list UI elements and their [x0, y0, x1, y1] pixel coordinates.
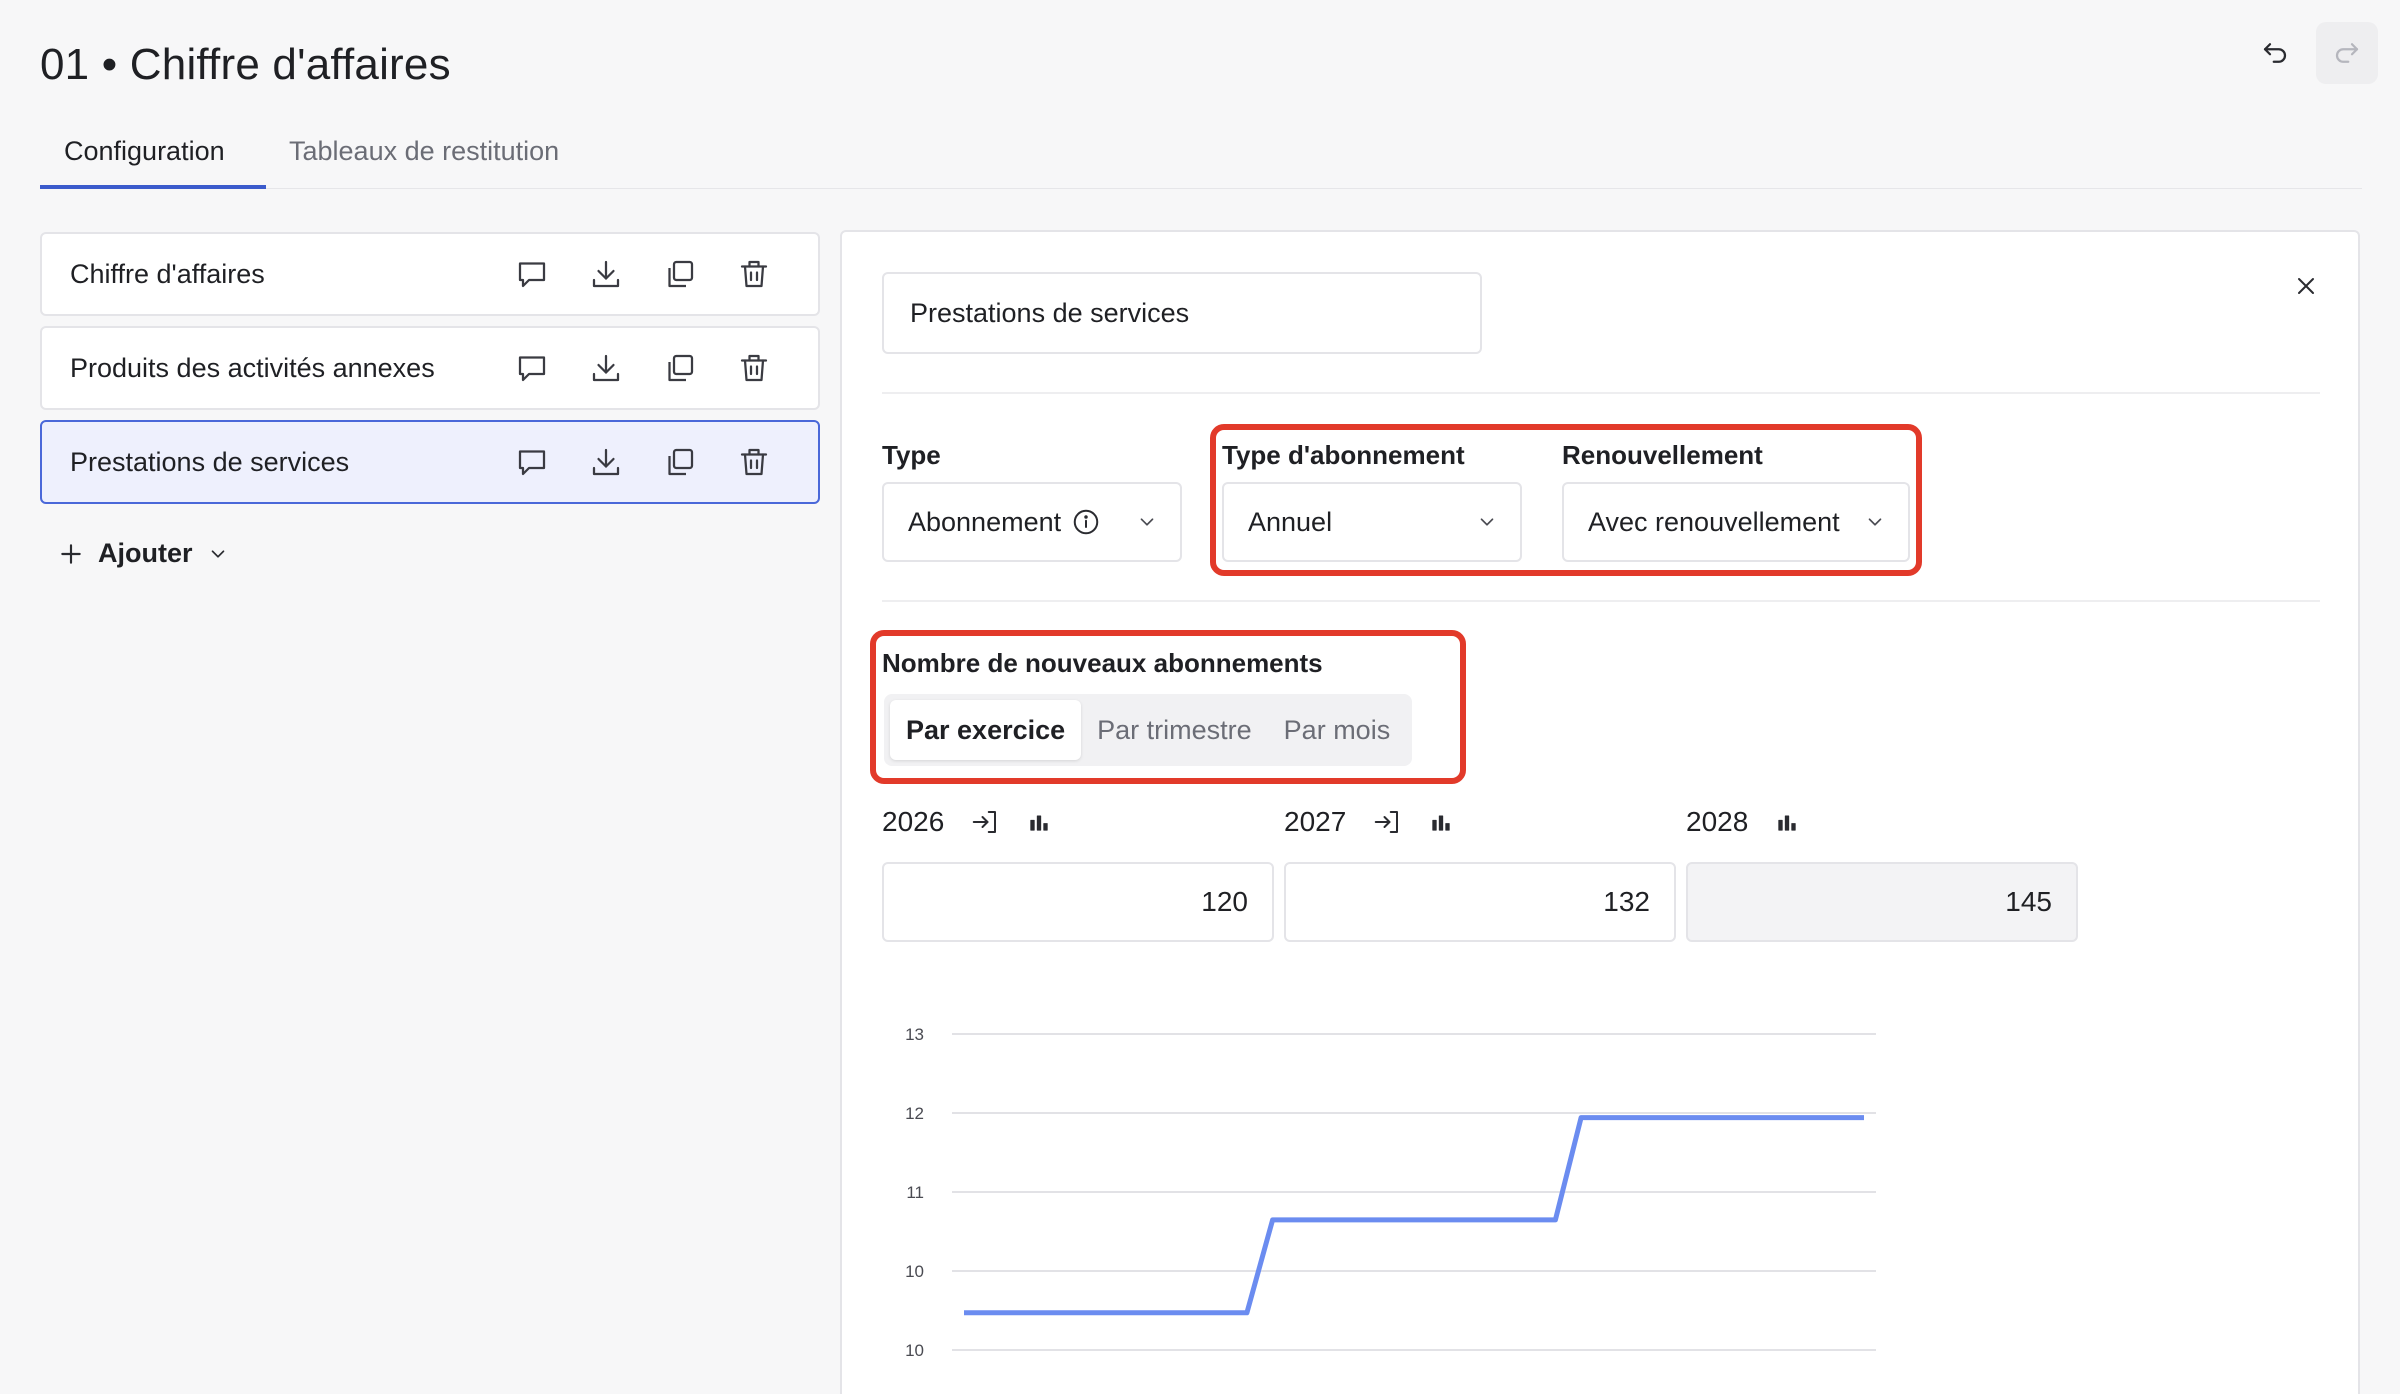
type-select-value: Abonnement [908, 506, 1062, 537]
year-value-input-2026[interactable]: 120 [882, 862, 1274, 942]
duplicate-icon[interactable] [662, 350, 698, 386]
bar-chart-icon[interactable] [1774, 809, 1800, 835]
renewal-label: Renouvellement [1562, 440, 1763, 470]
y-tick-label: 12 [905, 1104, 924, 1123]
bar-chart-icon[interactable] [1428, 809, 1454, 835]
redo-icon [2335, 43, 2359, 63]
year-value-readonly-2028: 145 [1686, 862, 2078, 942]
period-option-par-mois[interactable]: Par mois [1268, 700, 1407, 760]
list-item-label: Prestations de services [70, 446, 350, 477]
bar-chart-icon[interactable] [1026, 809, 1052, 835]
name-input[interactable]: Prestations de services [882, 272, 1482, 354]
year-header-2026: 2026 [882, 806, 1052, 838]
year-header-2027: 2027 [1284, 806, 1454, 838]
period-option-par-exercice[interactable]: Par exercice [890, 700, 1082, 760]
trash-icon[interactable] [736, 256, 772, 292]
tab-tableaux-de-restitution[interactable]: Tableaux de restitution [289, 136, 559, 167]
comment-icon[interactable] [514, 350, 550, 386]
period-segmented-control: Par exercice Par trimestre Par mois [884, 694, 1413, 766]
info-icon[interactable] [1071, 507, 1101, 537]
comment-icon[interactable] [514, 256, 550, 292]
year-header-2028: 2028 [1686, 806, 1800, 838]
year-label: 2028 [1686, 806, 1749, 837]
year-label: 2027 [1284, 806, 1347, 837]
subscription-type-select[interactable]: Annuel [1222, 482, 1522, 562]
list-item-prestations-de-services[interactable]: Prestations de services [40, 420, 820, 504]
chevron-down-icon [1480, 518, 1494, 526]
chevron-down-icon [1868, 518, 1882, 526]
section-divider [882, 600, 2320, 602]
list-item-label: Produits des activités annexes [70, 352, 435, 383]
tabs-divider [40, 188, 2362, 189]
apply-forward-icon[interactable] [1372, 807, 1402, 837]
y-tick-label: 10 [905, 1262, 924, 1281]
subscriptions-line-chart: 13 12 11 10 10 [905, 1025, 1876, 1360]
close-button[interactable] [2288, 268, 2324, 304]
apply-forward-icon[interactable] [970, 807, 1000, 837]
undo-icon [2263, 43, 2287, 63]
close-icon [2298, 278, 2314, 294]
year-value-input-2027[interactable]: 132 [1284, 862, 1676, 942]
y-tick-label: 10 [905, 1341, 924, 1360]
list-item-label: Chiffre d'affaires [70, 258, 265, 289]
redo-button[interactable] [2316, 22, 2378, 84]
active-tab-indicator [40, 185, 266, 189]
duplicate-icon[interactable] [662, 256, 698, 292]
new-subscriptions-label: Nombre de nouveaux abonnements [882, 648, 1323, 678]
renewal-value: Avec renouvellement [1588, 506, 1840, 537]
page-title: 01 • Chiffre d'affaires [40, 40, 451, 89]
list-item-chiffre-affaires[interactable]: Chiffre d'affaires [40, 232, 820, 316]
chevron-down-icon [211, 549, 224, 558]
comment-icon[interactable] [514, 444, 550, 480]
download-icon[interactable] [588, 444, 624, 480]
add-button-label: Ajouter [98, 538, 193, 568]
tab-configuration[interactable]: Configuration [64, 136, 225, 167]
type-select[interactable]: Abonnement [882, 482, 1182, 562]
renewal-select[interactable]: Avec renouvellement [1562, 482, 1910, 562]
trash-icon[interactable] [736, 350, 772, 386]
y-tick-label: 13 [905, 1025, 924, 1044]
add-button[interactable]: Ajouter [58, 538, 229, 569]
series-line [964, 1115, 1864, 1316]
period-option-par-trimestre[interactable]: Par trimestre [1081, 700, 1268, 760]
download-icon[interactable] [588, 350, 624, 386]
list-item-produits-activites-annexes[interactable]: Produits des activités annexes [40, 326, 820, 410]
duplicate-icon[interactable] [662, 444, 698, 480]
undo-button[interactable] [2244, 22, 2306, 84]
type-label: Type [882, 440, 941, 470]
chevron-down-icon [1140, 518, 1154, 526]
download-icon[interactable] [588, 256, 624, 292]
section-divider [882, 392, 2320, 394]
trash-icon[interactable] [736, 444, 772, 480]
year-label: 2026 [882, 806, 945, 837]
subscription-type-label: Type d'abonnement [1222, 440, 1465, 470]
subscription-type-value: Annuel [1248, 506, 1333, 537]
plus-icon [61, 543, 81, 564]
y-tick-label: 11 [906, 1183, 924, 1202]
